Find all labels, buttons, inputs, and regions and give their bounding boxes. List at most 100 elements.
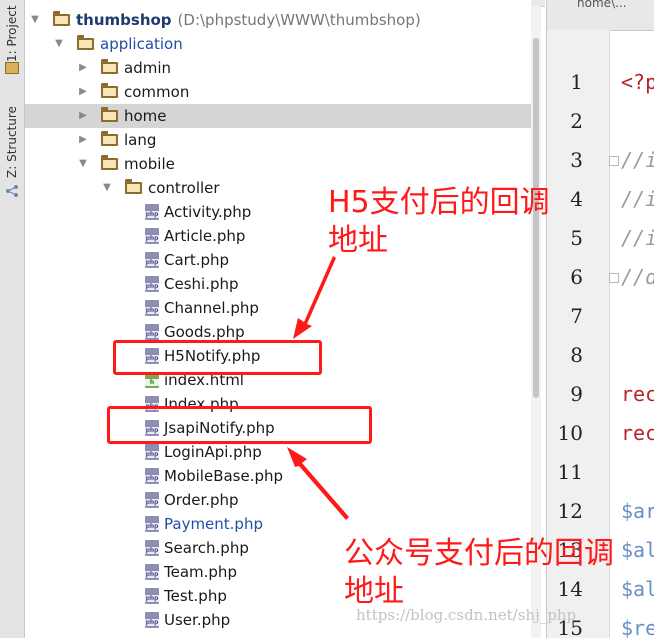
file-icon-text: php bbox=[145, 499, 159, 506]
collapse-arrow-icon[interactable]: ▼ bbox=[53, 32, 65, 56]
code-line: $re bbox=[621, 616, 654, 640]
folder-icon bbox=[77, 35, 94, 50]
tree-folder-mobile[interactable]: ▼ mobile bbox=[25, 152, 531, 176]
tree-item-label: Order.php bbox=[164, 488, 239, 512]
tree-folder-application[interactable]: ▼ application bbox=[25, 32, 531, 56]
tree-item-name: Article.php bbox=[164, 227, 246, 245]
tree-file-item[interactable]: php MobileBase.php bbox=[25, 464, 531, 488]
file-icon-text: php bbox=[145, 619, 159, 626]
file-icon-text: php bbox=[145, 235, 159, 242]
tree-item-label: admin bbox=[124, 56, 171, 80]
editor-tab[interactable]: home\... bbox=[547, 0, 654, 31]
tree-item-label: MobileBase.php bbox=[164, 464, 283, 488]
tree-folder-lang[interactable]: ▶ lang bbox=[25, 128, 531, 152]
line-number: 3 bbox=[570, 148, 583, 172]
tree-file-item[interactable]: php Channel.php bbox=[25, 296, 531, 320]
tree-item-name: mobile bbox=[124, 155, 175, 173]
code-line: rec bbox=[621, 421, 654, 445]
jsapinotify-highlight-box bbox=[107, 406, 372, 444]
jsapi-callback-annotation: 公众号支付后的回调 地址 bbox=[344, 535, 614, 611]
structure-tool-tab[interactable]: Z: Structure bbox=[3, 100, 21, 178]
project-tool-tab[interactable]: 1: Project bbox=[3, 4, 21, 62]
file-icon-text: php bbox=[145, 211, 159, 218]
file-icon-text: php bbox=[145, 595, 159, 602]
code-line: //i bbox=[621, 148, 654, 172]
collapse-arrow-icon[interactable]: ▼ bbox=[101, 176, 113, 200]
tree-item-label: Payment.php bbox=[164, 512, 263, 536]
line-number: 2 bbox=[570, 109, 583, 133]
php-file-icon: php bbox=[145, 300, 159, 316]
tree-folder-home[interactable]: ▶ home bbox=[25, 104, 531, 128]
tree-item-label: User.php bbox=[164, 608, 230, 632]
file-icon-text: php bbox=[145, 475, 159, 482]
tree-file-item[interactable]: php Ceshi.php bbox=[25, 272, 531, 296]
code-line: $ar bbox=[621, 499, 654, 523]
line-number: 10 bbox=[557, 421, 583, 445]
line-number: 4 bbox=[570, 187, 583, 211]
php-file-icon: php bbox=[145, 612, 159, 628]
tree-item-label: Cart.php bbox=[164, 248, 229, 272]
php-file-icon: php bbox=[145, 204, 159, 220]
tree-file-item[interactable]: php Order.php bbox=[25, 488, 531, 512]
php-file-icon: php bbox=[145, 228, 159, 244]
tree-item-label: common bbox=[124, 80, 189, 104]
tool-window-strip: 1: Project Z: Structure bbox=[0, 0, 25, 638]
project-icon bbox=[5, 62, 19, 74]
line-number: 8 bbox=[570, 343, 583, 367]
tree-item-label: Activity.php bbox=[164, 200, 251, 224]
php-file-icon: php bbox=[145, 444, 159, 460]
tree-item-label: application bbox=[100, 32, 183, 56]
line-number: 6 bbox=[570, 265, 583, 289]
file-icon-text: php bbox=[145, 307, 159, 314]
tree-folder-common[interactable]: ▶ common bbox=[25, 80, 531, 104]
php-file-icon: php bbox=[145, 540, 159, 556]
tree-item-name: thumbshop bbox=[76, 11, 172, 29]
tree-folder-thumbshop[interactable]: ▼ thumbshop (D:\phpstudy\WWW\thumbshop) bbox=[25, 8, 531, 32]
php-file-icon: php bbox=[145, 492, 159, 508]
folder-icon bbox=[53, 11, 70, 26]
line-number: 9 bbox=[570, 382, 583, 406]
folder-icon bbox=[101, 155, 118, 170]
php-file-icon: php bbox=[145, 276, 159, 292]
tree-item-name: Activity.php bbox=[164, 203, 252, 221]
tree-item-name: User.php bbox=[164, 611, 231, 629]
tree-item-name: application bbox=[100, 35, 183, 53]
fold-marker-icon[interactable] bbox=[609, 273, 619, 283]
folder-icon bbox=[101, 83, 118, 98]
tree-item-name: Search.php bbox=[164, 539, 249, 557]
code-line: //d bbox=[621, 265, 654, 289]
code-line: <?p bbox=[621, 70, 654, 94]
tree-item-label: Search.php bbox=[164, 536, 249, 560]
tree-item-name: Channel.php bbox=[164, 299, 259, 317]
tree-item-name: Ceshi.php bbox=[164, 275, 239, 293]
line-number: 11 bbox=[557, 460, 583, 484]
collapse-arrow-icon[interactable]: ▼ bbox=[29, 8, 41, 32]
tree-item-name: MobileBase.php bbox=[164, 467, 284, 485]
tree-item-label: controller bbox=[148, 176, 220, 200]
fold-marker-icon[interactable] bbox=[609, 156, 619, 166]
code-line: $al bbox=[621, 538, 654, 562]
file-icon-text: h bbox=[145, 379, 159, 386]
structure-icon bbox=[6, 185, 18, 197]
line-number: 12 bbox=[557, 499, 583, 523]
collapse-arrow-icon[interactable]: ▼ bbox=[77, 152, 89, 176]
structure-tab-label: Z: Structure bbox=[5, 106, 19, 178]
tree-file-item[interactable]: php Payment.php bbox=[25, 512, 531, 536]
project-tab-label: 1: Project bbox=[5, 5, 19, 62]
folder-icon bbox=[125, 179, 142, 194]
editor-tab-label: home\... bbox=[577, 0, 627, 10]
tree-item-label: Test.php bbox=[164, 584, 227, 608]
code-line: $al bbox=[621, 577, 654, 601]
expand-arrow-icon[interactable]: ▶ bbox=[77, 56, 89, 80]
expand-arrow-icon[interactable]: ▶ bbox=[77, 80, 89, 104]
tree-item-label: thumbshop (D:\phpstudy\WWW\thumbshop) bbox=[76, 8, 421, 32]
file-icon-text: php bbox=[145, 283, 159, 290]
expand-arrow-icon[interactable]: ▶ bbox=[77, 128, 89, 152]
code-line: rec bbox=[621, 382, 654, 406]
h5-annotation-line-1: H5支付后的回调 bbox=[328, 185, 550, 220]
expand-arrow-icon[interactable]: ▶ bbox=[77, 104, 89, 128]
php-file-icon: php bbox=[145, 516, 159, 532]
tree-folder-admin[interactable]: ▶ admin bbox=[25, 56, 531, 80]
php-file-icon: php bbox=[145, 588, 159, 604]
tree-item-name: Order.php bbox=[164, 491, 239, 509]
